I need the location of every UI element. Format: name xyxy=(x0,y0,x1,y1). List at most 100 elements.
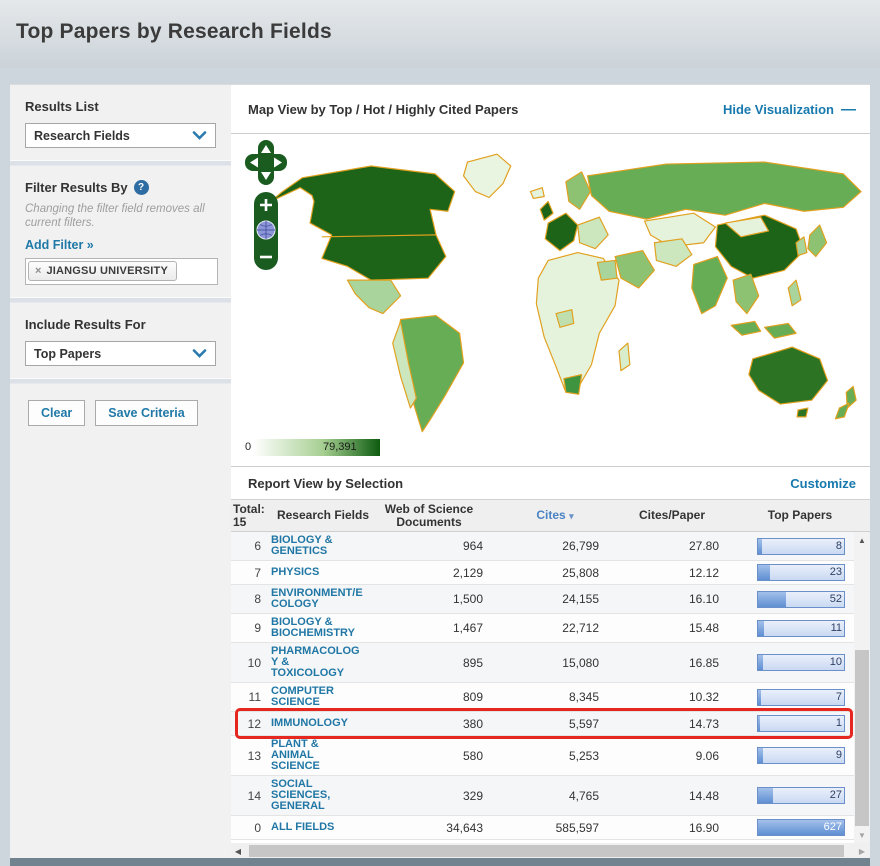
region-se-asia xyxy=(733,274,759,313)
total-value: 15 xyxy=(233,515,246,529)
country-india xyxy=(692,257,727,314)
cites-cell: 4,765 xyxy=(511,786,625,806)
country-uk xyxy=(540,201,553,220)
scroll-left-icon[interactable]: ◀ xyxy=(231,843,245,859)
top-papers-value: 23 xyxy=(830,566,842,578)
table-row[interactable]: 9BIOLOGY & BIOCHEMISTRY1,46722,71215.481… xyxy=(231,614,854,643)
table-row[interactable]: 8ENVIRONMENT/E COLOGY1,50024,15516.1052 xyxy=(231,585,854,614)
vertical-scroll-thumb[interactable] xyxy=(855,650,869,826)
sidebar-buttons: Clear Save Criteria xyxy=(10,384,231,426)
rank-cell: 11 xyxy=(231,687,271,707)
country-new-zealand-2 xyxy=(835,403,849,419)
column-header-cites-per-paper[interactable]: Cites/Paper xyxy=(625,509,745,522)
country-saudi-arabia xyxy=(615,251,654,288)
top-papers-value: 11 xyxy=(831,622,842,634)
cites-per-paper-cell: 14.48 xyxy=(625,786,745,806)
chevron-down-icon xyxy=(192,349,207,358)
table-row[interactable]: 7PHYSICS2,12925,80812.1223 xyxy=(231,561,854,585)
column-header-cites[interactable]: Cites ▾ xyxy=(511,509,625,523)
results-list-dropdown[interactable]: Research Fields xyxy=(25,123,216,148)
save-criteria-button[interactable]: Save Criteria xyxy=(95,400,197,426)
country-greenland xyxy=(464,154,511,197)
country-tasmania xyxy=(797,408,808,417)
filter-section: Filter Results By ? Changing the filter … xyxy=(10,166,231,297)
remove-tag-icon[interactable]: × xyxy=(35,265,41,277)
world-map[interactable] xyxy=(253,140,863,436)
rank-cell: 14 xyxy=(231,786,271,806)
field-link[interactable]: ENVIRONMENT/E COLOGY xyxy=(271,585,375,613)
filter-tag[interactable]: × JIANGSU UNIVERSITY xyxy=(28,261,177,281)
help-icon[interactable]: ? xyxy=(134,180,149,195)
table-row[interactable]: 14SOCIAL SCIENCES, GENERAL3294,76514.482… xyxy=(231,776,854,816)
table-row[interactable]: 0ALL FIELDS34,643585,59716.90627 xyxy=(231,816,854,840)
cites-per-paper-cell: 27.80 xyxy=(625,536,745,556)
vertical-scrollbar[interactable]: ▲ ▼ xyxy=(854,532,870,843)
hide-visualization-link[interactable]: Hide Visualization — xyxy=(723,101,856,118)
table-row[interactable]: 6BIOLOGY & GENETICS96426,79927.808 xyxy=(231,532,854,561)
table-row[interactable]: 11COMPUTER SCIENCE8098,34510.327 xyxy=(231,683,854,712)
scroll-right-icon[interactable]: ▶ xyxy=(855,843,869,859)
field-link[interactable]: ALL FIELDS xyxy=(271,819,375,836)
field-link[interactable]: BIOLOGY & BIOCHEMISTRY xyxy=(271,614,375,642)
map-controls[interactable] xyxy=(245,140,287,272)
customize-link[interactable]: Customize xyxy=(790,476,856,491)
field-link[interactable]: SOCIAL SCIENCES, GENERAL xyxy=(271,776,375,815)
horizontal-scroll-thumb[interactable] xyxy=(249,845,844,857)
top-papers-bar: 23 xyxy=(757,564,845,581)
field-link[interactable]: BIOLOGY & GENETICS xyxy=(271,532,375,560)
region-east-europe xyxy=(578,217,609,248)
cites-label: Cites xyxy=(536,508,565,522)
legend-min: 0 xyxy=(245,441,251,453)
region-scandinavia xyxy=(566,172,591,209)
page-title: Top Papers by Research Fields xyxy=(16,20,332,44)
field-link[interactable]: IMMUNOLOGY xyxy=(271,715,375,732)
field-link[interactable]: PHARMACOLOG Y & TOXICOLOGY xyxy=(271,643,375,682)
top-papers-cell: 7 xyxy=(745,686,845,709)
docs-cell: 380 xyxy=(375,714,511,734)
scroll-down-icon[interactable]: ▼ xyxy=(854,827,870,843)
top-papers-value: 1 xyxy=(836,717,842,729)
top-papers-cell: 27 xyxy=(745,784,845,807)
scroll-up-icon[interactable]: ▲ xyxy=(854,532,870,548)
column-header-wos-documents[interactable]: Web of Science Documents xyxy=(375,503,511,529)
top-papers-bar: 9 xyxy=(757,747,845,764)
table-row[interactable]: 12IMMUNOLOGY3805,59714.731 xyxy=(231,712,854,736)
docs-cell: 580 xyxy=(375,746,511,766)
include-results-dropdown[interactable]: Top Papers xyxy=(25,341,216,366)
column-header-research-fields[interactable]: Research Fields xyxy=(271,509,375,522)
cites-cell: 25,808 xyxy=(511,563,625,583)
field-link[interactable]: COMPUTER SCIENCE xyxy=(271,683,375,711)
sort-desc-icon: ▾ xyxy=(569,511,574,521)
top-papers-cell: 627 xyxy=(745,816,845,839)
cites-cell: 5,597 xyxy=(511,714,625,734)
top-papers-bar: 8 xyxy=(757,538,845,555)
top-papers-bar: 627 xyxy=(757,819,845,836)
field-link[interactable]: PLANT & ANIMAL SCIENCE xyxy=(271,736,375,775)
horizontal-scrollbar[interactable]: ◀ ▶ xyxy=(231,843,870,859)
field-link[interactable]: PHYSICS xyxy=(271,564,375,581)
top-papers-bar: 27 xyxy=(757,787,845,804)
cites-cell: 15,080 xyxy=(511,653,625,673)
table-row[interactable]: 13PLANT & ANIMAL SCIENCE5805,2539.069 xyxy=(231,736,854,776)
column-header-top-papers[interactable]: Top Papers xyxy=(745,509,855,522)
table-row[interactable]: 10PHARMACOLOG Y & TOXICOLOGY89515,08016.… xyxy=(231,643,854,683)
rank-cell: 9 xyxy=(231,618,271,638)
docs-cell: 1,467 xyxy=(375,618,511,638)
map-area: 0 79,391 xyxy=(231,134,870,467)
docs-cell: 2,129 xyxy=(375,563,511,583)
top-papers-bar: 1 xyxy=(757,715,845,732)
top-papers-bar: 52 xyxy=(757,591,845,608)
cites-per-paper-cell: 10.32 xyxy=(625,687,745,707)
region-west-europe xyxy=(545,213,577,250)
table-header: Total: 15 Research Fields Web of Science… xyxy=(231,499,870,532)
include-results-value: Top Papers xyxy=(34,347,101,361)
cites-cell: 8,345 xyxy=(511,687,625,707)
top-papers-value: 9 xyxy=(836,749,842,761)
clear-button[interactable]: Clear xyxy=(28,400,85,426)
docs-cell: 809 xyxy=(375,687,511,707)
region-north-america xyxy=(271,166,455,280)
zoom-control-icon xyxy=(254,192,278,270)
map-view-header: Map View by Top / Hot / Highly Cited Pap… xyxy=(231,85,870,134)
add-filter-link[interactable]: Add Filter » xyxy=(25,238,94,252)
country-iceland xyxy=(530,188,544,199)
